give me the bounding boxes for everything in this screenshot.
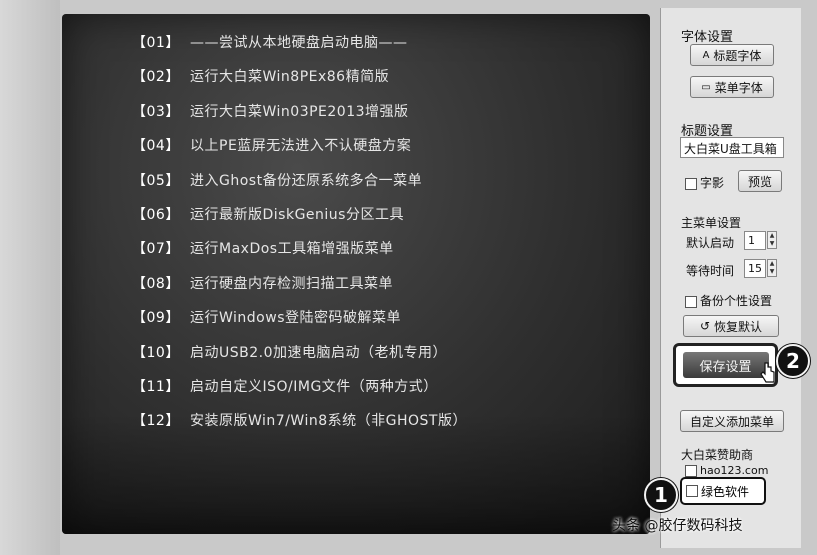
menu-item-09[interactable]: 【09】 运行Windows登陆密码破解菜单 [132, 305, 401, 331]
hand-cursor-icon [760, 362, 775, 383]
menu-item-08[interactable]: 【08】 运行硬盘内存检测扫描工具菜单 [132, 271, 393, 297]
sponsor-hao123-checkbox[interactable]: hao123.com [685, 464, 768, 477]
menu-item-02[interactable]: 【02】 运行大白菜Win8PEx86精简版 [132, 64, 389, 90]
restore-default-button[interactable]: ↺ 恢复默认 [683, 315, 779, 337]
menu-item-01[interactable]: 【01】 ——尝试从本地硬盘启动电脑—— [132, 30, 408, 56]
step-badge-2: 2 [776, 344, 810, 378]
menu-item-10[interactable]: 【10】 启动USB2.0加速电脑启动（老机专用） [132, 340, 447, 366]
default-boot-input[interactable]: 1 [744, 231, 766, 250]
default-boot-spinner[interactable]: ▲ ▼ [767, 231, 777, 249]
preview-button[interactable]: 预览 [738, 170, 782, 192]
menu-item-12[interactable]: 【12】 安装原版Win7/Win8系统（非GHOST版） [132, 408, 467, 434]
sponsor-title: 大白菜赞助商 [681, 448, 754, 462]
menu-item-07[interactable]: 【07】 运行MaxDos工具箱增强版菜单 [132, 236, 394, 262]
menu-item-06[interactable]: 【06】 运行最新版DiskGenius分区工具 [132, 202, 404, 228]
font-settings-title: 字体设置 [681, 30, 734, 45]
restore-icon: ↺ [699, 319, 711, 333]
spinner-up-icon: ▲ [769, 260, 775, 267]
main-menu-settings-title: 主菜单设置 [681, 216, 742, 230]
boot-menu-preview: 【01】 ——尝试从本地硬盘启动电脑—— 【02】 运行大白菜Win8PEx86精简… [62, 14, 650, 534]
menu-item-04[interactable]: 【04】 以上PE蓝屏无法进入不认硬盘方案 [132, 133, 411, 159]
save-settings-label: 保存设置 [682, 352, 769, 378]
title-font-button[interactable]: A 标题字体 [690, 44, 774, 66]
title-text-field[interactable]: 大白菜U盘工具箱 [680, 137, 784, 158]
spinner-up-icon: ▲ [769, 232, 775, 239]
wait-time-label: 等待时间 [686, 264, 735, 278]
step-badge-1: 1 [644, 478, 678, 512]
menu-item-03[interactable]: 【03】 运行大白菜Win03PE2013增强版 [132, 99, 409, 125]
checkbox-box [685, 295, 697, 308]
wait-time-spinner[interactable]: ▲ ▼ [767, 259, 777, 277]
default-boot-label: 默认启动 [686, 236, 735, 250]
spinner-down-icon: ▼ [769, 268, 775, 275]
menu-item-05[interactable]: 【05】 进入Ghost备份还原系统多合一菜单 [132, 168, 422, 194]
checkbox-box [685, 465, 697, 477]
font-icon: A [702, 49, 710, 61]
checkbox-box [686, 485, 698, 497]
wait-time-input[interactable]: 15 [744, 259, 766, 278]
spinner-down-icon: ▼ [769, 240, 775, 247]
backup-checkbox[interactable]: 备份个性设置 [685, 292, 772, 309]
custom-add-menu-button[interactable]: 自定义添加菜单 [680, 410, 784, 432]
watermark: 头条 @胶仔数码科技 [612, 518, 743, 534]
checkbox-box [685, 177, 697, 190]
font-icon: ▭ [701, 81, 711, 93]
green-software-checkbox[interactable]: 绿色软件 [680, 477, 766, 505]
left-border [0, 0, 60, 555]
menu-font-button[interactable]: ▭ 菜单字体 [690, 76, 774, 98]
menu-item-11[interactable]: 【11】 启动自定义ISO/IMG文件（两种方式） [132, 374, 438, 400]
shadow-checkbox[interactable]: 字影 [685, 174, 724, 191]
